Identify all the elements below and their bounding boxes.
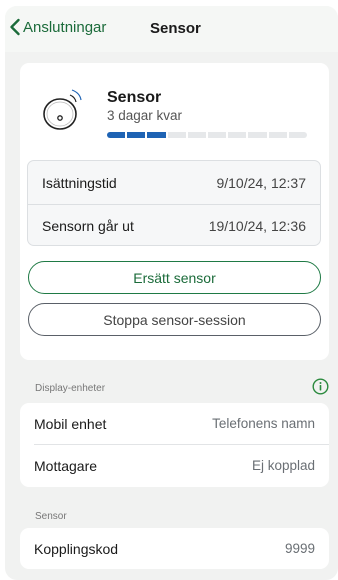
expiry-time-row: Sensorn går ut 19/10/24, 12:36 — [28, 204, 320, 247]
display-devices-header: Display-enheter — [35, 383, 106, 394]
insertion-time-label: Isättningstid — [42, 174, 117, 191]
sensor-name: Sensor — [107, 89, 162, 106]
sensor-info-box: Isättningstid 9/10/24, 12:37 Sensorn går… — [27, 160, 321, 246]
progress-segment — [268, 132, 287, 138]
list-item-label: Mobil enhet — [34, 415, 107, 432]
list-item-pairing-code[interactable]: Kopplingskod 9999 — [20, 528, 329, 569]
list-item-mobile-device[interactable]: Mobil enhet Telefonens namn — [20, 403, 329, 444]
back-button[interactable]: Anslutningar — [9, 18, 106, 36]
back-button-label: Anslutningar — [23, 18, 107, 36]
list-item-receiver[interactable]: Mottagare Ej kopplad — [20, 445, 329, 486]
expiry-time-label: Sensorn går ut — [42, 218, 134, 234]
sensor-remaining-days: 3 dagar kvar — [107, 108, 183, 123]
stop-sensor-session-button[interactable]: Stoppa sensor-session — [28, 303, 321, 336]
list-item-value: Ej kopplad — [251, 458, 315, 473]
navigation-bar: Anslutningar Sensor — [5, 6, 338, 52]
progress-segment — [147, 132, 166, 138]
display-devices-list: Mobil enhet Telefonens namn Mottagare Ej… — [20, 403, 329, 487]
insertion-time-value: 9/10/24, 12:37 — [216, 174, 306, 191]
progress-segment — [288, 132, 308, 138]
progress-segment — [187, 132, 207, 138]
progress-segment — [208, 132, 227, 138]
chevron-left-icon — [9, 18, 21, 36]
progress-segment — [248, 132, 267, 138]
progress-segment — [127, 132, 146, 138]
progress-segment — [167, 132, 186, 138]
list-item-value: 9999 — [284, 541, 315, 556]
list-item-value: Telefonens namn — [212, 416, 315, 431]
sensor-code-list: Kopplingskod 9999 — [20, 528, 329, 569]
list-item-label: Mottagare — [34, 457, 98, 474]
sensor-section-header: Sensor — [35, 511, 67, 522]
progress-segment — [107, 132, 126, 138]
expiry-time-value: 19/10/24, 12:36 — [208, 218, 306, 234]
sensor-lifetime-progress — [107, 132, 308, 138]
progress-segment — [228, 132, 247, 138]
info-icon[interactable] — [312, 378, 329, 395]
sensor-icon — [40, 85, 86, 133]
page-title: Sensor — [150, 20, 201, 37]
replace-sensor-button[interactable]: Ersätt sensor — [28, 261, 321, 294]
insertion-time-row: Isättningstid 9/10/24, 12:37 — [28, 161, 320, 204]
list-item-label: Kopplingskod — [34, 540, 119, 557]
sensor-status-card: Sensor 3 dagar kvar Isättningstid 9/10/2… — [20, 63, 329, 360]
sensor-screen: Anslutningar Sensor Sensor 3 dagar kvar … — [5, 6, 338, 580]
